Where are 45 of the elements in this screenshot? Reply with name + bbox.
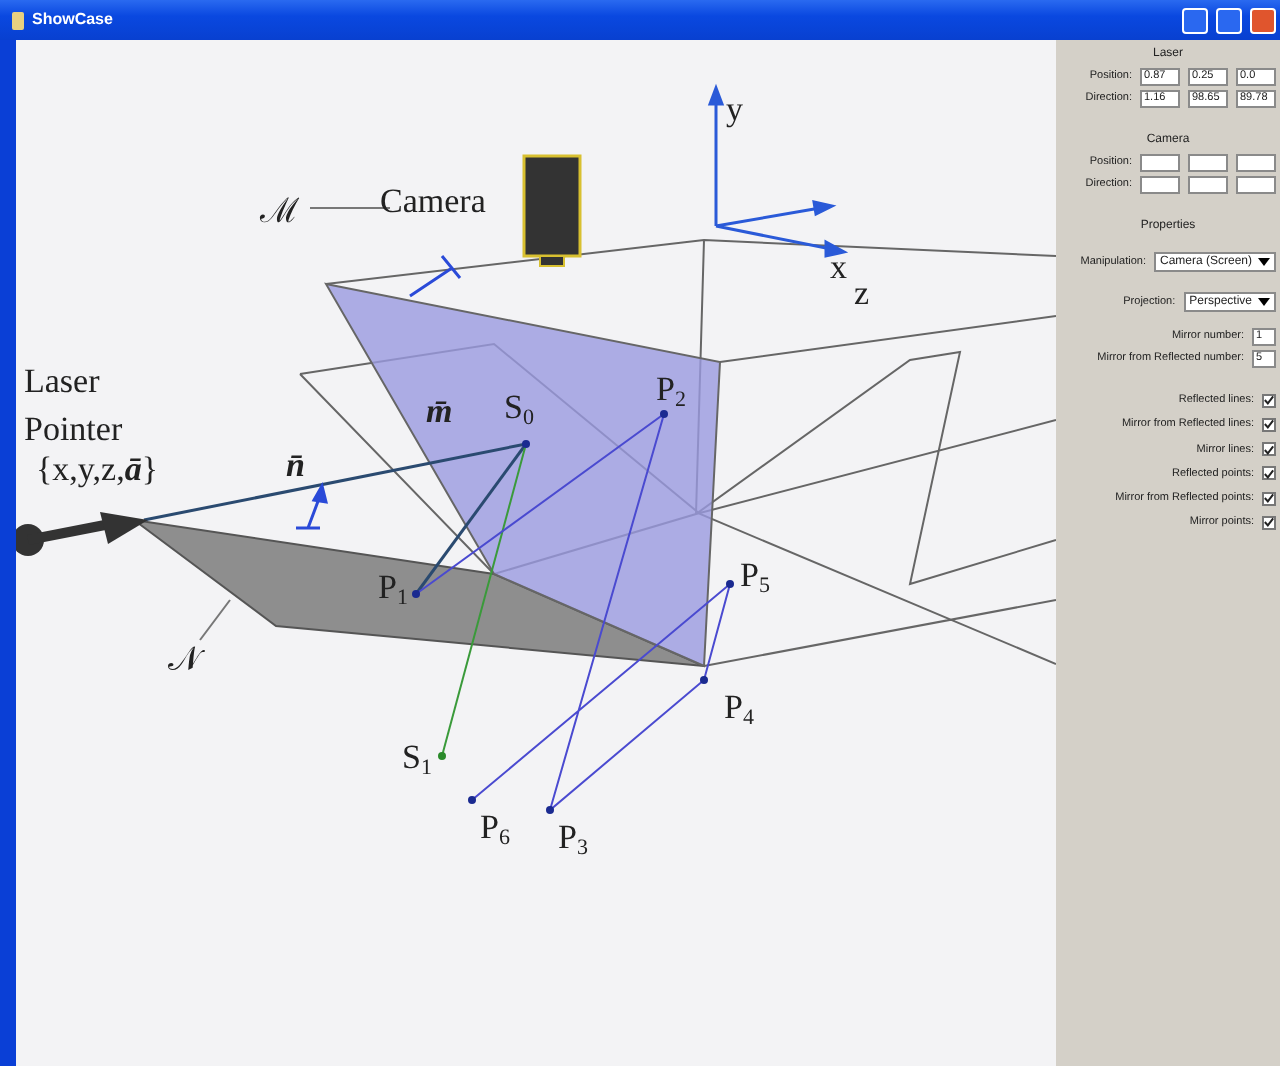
input-field[interactable]	[1236, 176, 1276, 194]
scene-label: n̄	[286, 448, 305, 482]
input-field[interactable]	[1140, 154, 1180, 172]
checkbox[interactable]	[1262, 466, 1276, 481]
leader-line	[309, 207, 391, 209]
scene-label: x	[830, 250, 847, 284]
minimize-button[interactable]	[1182, 7, 1208, 33]
input-field[interactable]	[1188, 176, 1228, 194]
checkbox[interactable]	[1262, 393, 1276, 408]
mirror-normal-arrow	[408, 254, 462, 298]
scene-label: m̄	[426, 394, 453, 428]
scene-label: S$_{0}$	[504, 390, 534, 424]
laser-pointer-drawing	[16, 512, 148, 556]
input-field[interactable]	[1188, 154, 1228, 172]
scene-label: P$_{5}$	[740, 558, 770, 592]
camera-drawing	[522, 154, 582, 267]
input-field[interactable]	[1236, 154, 1276, 172]
checkbox[interactable]	[1262, 442, 1276, 457]
maximize-button[interactable]	[1216, 7, 1242, 33]
scene-label: P$_{3}$	[558, 820, 588, 854]
close-button[interactable]	[1250, 7, 1276, 33]
scene-label: Camera	[380, 184, 486, 218]
checkbox[interactable]	[1262, 515, 1276, 530]
input-field[interactable]	[1140, 176, 1180, 194]
scene-label: Laser	[24, 364, 100, 398]
scene-label: ℳ	[260, 194, 300, 228]
scene-label: {x,y,z,ā}	[36, 452, 159, 486]
leader-line	[199, 599, 231, 641]
checkbox[interactable]	[1262, 491, 1276, 506]
window-title: ShowCase	[32, 8, 113, 32]
scene-label: z	[854, 276, 870, 310]
scene-label: P$_{4}$	[724, 690, 754, 724]
caret-icon	[1258, 258, 1270, 266]
scene-label: S$_{1}$	[402, 740, 432, 774]
scene-label: 𝒩	[168, 642, 200, 676]
scene-label: P$_{1}$	[378, 570, 408, 604]
scene-label: y	[726, 92, 743, 126]
checkbox[interactable]	[1262, 417, 1276, 432]
scene-label: P$_{6}$	[480, 810, 510, 844]
3d-viewport[interactable]: y ℳ Camera x z Laser Pointer {x,y,z,ā} m̄ S$_{0}$ P$_{2}$ n̄ P$_{1}$ P$_{5}$ 𝒩 P$_{4}$ S$_{1}$ P$_{6}$ P$_{3}$	[16, 40, 1056, 1066]
caret-icon	[1258, 298, 1270, 306]
app-icon	[12, 11, 24, 29]
scene-label: P$_{2}$	[656, 372, 686, 406]
scene-label: Pointer	[24, 412, 123, 446]
floor-normal-arrow	[294, 482, 328, 530]
